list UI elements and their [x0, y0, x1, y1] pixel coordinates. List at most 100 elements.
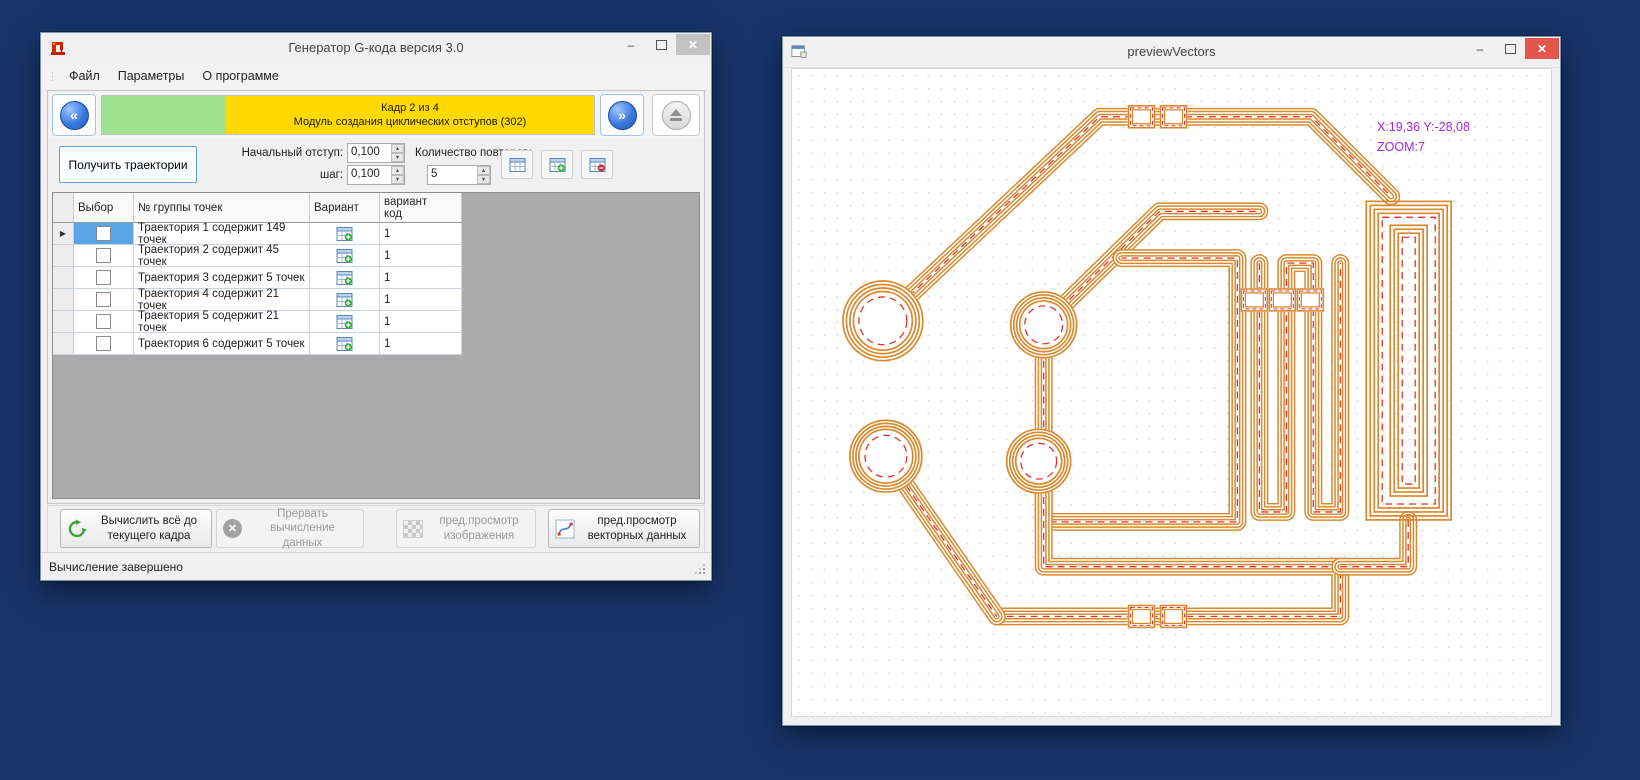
table-icon	[509, 158, 526, 172]
title-bar[interactable]: previewVectors – ✕	[783, 37, 1560, 68]
vector-canvas[interactable]: X:19,36 Y:-28,08 ZOOM:7	[791, 68, 1552, 717]
variant-cell[interactable]	[310, 223, 380, 245]
minimize-button[interactable]: –	[1465, 38, 1495, 59]
variant-code[interactable]: 1	[380, 267, 462, 289]
row-checkbox-cell[interactable]	[74, 289, 134, 311]
row-selector[interactable]: ▶	[53, 223, 74, 245]
row-checkbox-cell[interactable]	[74, 311, 134, 333]
menu-about[interactable]: О программе	[193, 65, 287, 87]
spin-down-icon[interactable]: ▼	[391, 175, 404, 184]
variant-code[interactable]: 1	[380, 289, 462, 311]
variant-cell[interactable]	[310, 245, 380, 267]
row-selector[interactable]	[53, 311, 74, 333]
menu-file[interactable]: Файл	[60, 65, 109, 87]
header-selector	[53, 193, 74, 223]
round-pad	[1009, 290, 1078, 359]
close-button[interactable]: ✕	[676, 34, 710, 55]
round-pad	[841, 280, 924, 362]
status-bar: Вычисление завершено	[41, 552, 711, 580]
table-add-button[interactable]	[541, 150, 573, 179]
trajectory-label[interactable]: Траектория 6 содержит 5 точек	[134, 333, 310, 355]
variant-cell[interactable]	[310, 311, 380, 333]
variant-cell[interactable]	[310, 333, 380, 355]
spin-up-icon[interactable]: ▲	[391, 144, 404, 153]
step-value[interactable]: 0,100	[351, 168, 380, 180]
trajectories-grid[interactable]: Выбор № группы точек Вариант вариант код…	[52, 192, 700, 499]
gcode-generator-window: Генератор G-кода версия 3.0 – ✕ ⋮ Файл П…	[40, 32, 712, 581]
variant-cell[interactable]	[310, 289, 380, 311]
initial-offset-value[interactable]: 0,100	[351, 146, 380, 158]
row-checkbox-cell[interactable]	[74, 245, 134, 267]
header-select[interactable]: Выбор	[74, 193, 134, 223]
close-button[interactable]: ✕	[1525, 38, 1559, 59]
initial-offset-spinner[interactable]: 0,100 ▲ ▼	[347, 143, 405, 163]
header-group[interactable]: № группы точек	[134, 193, 310, 223]
variant-code[interactable]: 1	[380, 333, 462, 355]
frame-counter: Кадр 2 из 4	[381, 101, 439, 114]
step-spinner[interactable]: 0,100 ▲ ▼	[347, 165, 405, 185]
table-row[interactable]: ▶ Траектория 1 содержит 149 точек 1	[53, 222, 462, 246]
checkbox[interactable]	[96, 248, 111, 263]
row-selector[interactable]	[53, 267, 74, 289]
row-selector[interactable]	[53, 245, 74, 267]
maximize-button[interactable]	[646, 34, 676, 55]
get-trajectories-button[interactable]: Получить траектории	[59, 146, 197, 183]
next-frame-button[interactable]: »	[600, 94, 644, 136]
row-selector[interactable]	[53, 333, 74, 355]
prev-frame-button[interactable]: «	[52, 94, 96, 136]
vector-preview-drawing[interactable]	[792, 69, 1551, 716]
calc-all-button[interactable]: Вычислить всё до текущего кадра	[60, 509, 212, 548]
eject-button[interactable]	[652, 94, 700, 136]
repeats-spinner[interactable]: 5 ▲ ▼	[427, 165, 491, 185]
row-checkbox-cell[interactable]	[74, 267, 134, 289]
variant-code[interactable]: 1	[380, 223, 462, 245]
row-checkbox-cell[interactable]	[74, 333, 134, 355]
trajectory-label[interactable]: Траектория 3 содержит 5 точек	[134, 267, 310, 289]
repeats-value[interactable]: 5	[431, 168, 437, 180]
checkbox[interactable]	[96, 336, 111, 351]
window-title: previewVectors	[1127, 44, 1216, 59]
table-row[interactable]: Траектория 6 содержит 5 точек 1	[53, 333, 462, 355]
checkbox[interactable]	[96, 226, 111, 241]
table-plus-icon	[336, 315, 353, 329]
menu-parameters[interactable]: Параметры	[109, 65, 194, 87]
table-row[interactable]: Траектория 4 содержит 21 точек 1	[53, 288, 462, 312]
row-selector[interactable]	[53, 289, 74, 311]
spin-down-icon[interactable]: ▼	[477, 175, 490, 184]
variant-code[interactable]: 1	[380, 245, 462, 267]
title-bar[interactable]: Генератор G-кода версия 3.0 – ✕	[41, 33, 711, 64]
row-checkbox-cell[interactable]	[74, 223, 134, 245]
resize-grip[interactable]	[703, 572, 705, 574]
checkbox[interactable]	[96, 292, 111, 307]
initial-offset-label: Начальный отступ:	[241, 147, 343, 159]
preview-vectors-button[interactable]: пред.просмотр векторных данных	[548, 509, 700, 548]
spin-down-icon[interactable]: ▼	[391, 153, 404, 162]
checkbox[interactable]	[96, 314, 111, 329]
trajectory-label[interactable]: Траектория 1 содержит 149 точек	[134, 222, 310, 246]
trace-spiral-connector	[1340, 520, 1408, 567]
table-row[interactable]: Траектория 5 содержит 21 точек 1	[53, 310, 462, 334]
progress-done-segment	[102, 96, 226, 134]
header-variant-code[interactable]: вариант код	[380, 193, 462, 223]
variant-code[interactable]: 1	[380, 311, 462, 333]
table-tool-button[interactable]	[501, 150, 533, 179]
spin-up-icon[interactable]: ▲	[391, 166, 404, 175]
variant-cell[interactable]	[310, 267, 380, 289]
checkbox[interactable]	[96, 270, 111, 285]
table-row[interactable]: Траектория 3 содержит 5 точек 1	[53, 267, 462, 289]
header-variant[interactable]: Вариант	[310, 193, 380, 223]
trajectory-label[interactable]: Траектория 2 содержит 45 точек	[134, 244, 310, 268]
cursor-readout: X:19,36 Y:-28,08 ZOOM:7	[1377, 117, 1470, 157]
double-left-arrow-icon: «	[59, 100, 89, 130]
maximize-button[interactable]	[1495, 38, 1525, 59]
actions-panel: Вычислить всё до текущего кадра ✕ Прерва…	[47, 505, 705, 553]
round-pad	[1005, 428, 1072, 495]
round-pad	[848, 419, 923, 494]
spin-up-icon[interactable]: ▲	[477, 166, 490, 175]
trajectory-label[interactable]: Траектория 4 содержит 21 точек	[134, 288, 310, 312]
minimize-button[interactable]: –	[616, 34, 646, 55]
double-right-arrow-icon: »	[607, 100, 637, 130]
table-remove-button[interactable]	[581, 150, 613, 179]
trajectory-label[interactable]: Траектория 5 содержит 21 точек	[134, 310, 310, 334]
table-row[interactable]: Траектория 2 содержит 45 точек 1	[53, 244, 462, 268]
